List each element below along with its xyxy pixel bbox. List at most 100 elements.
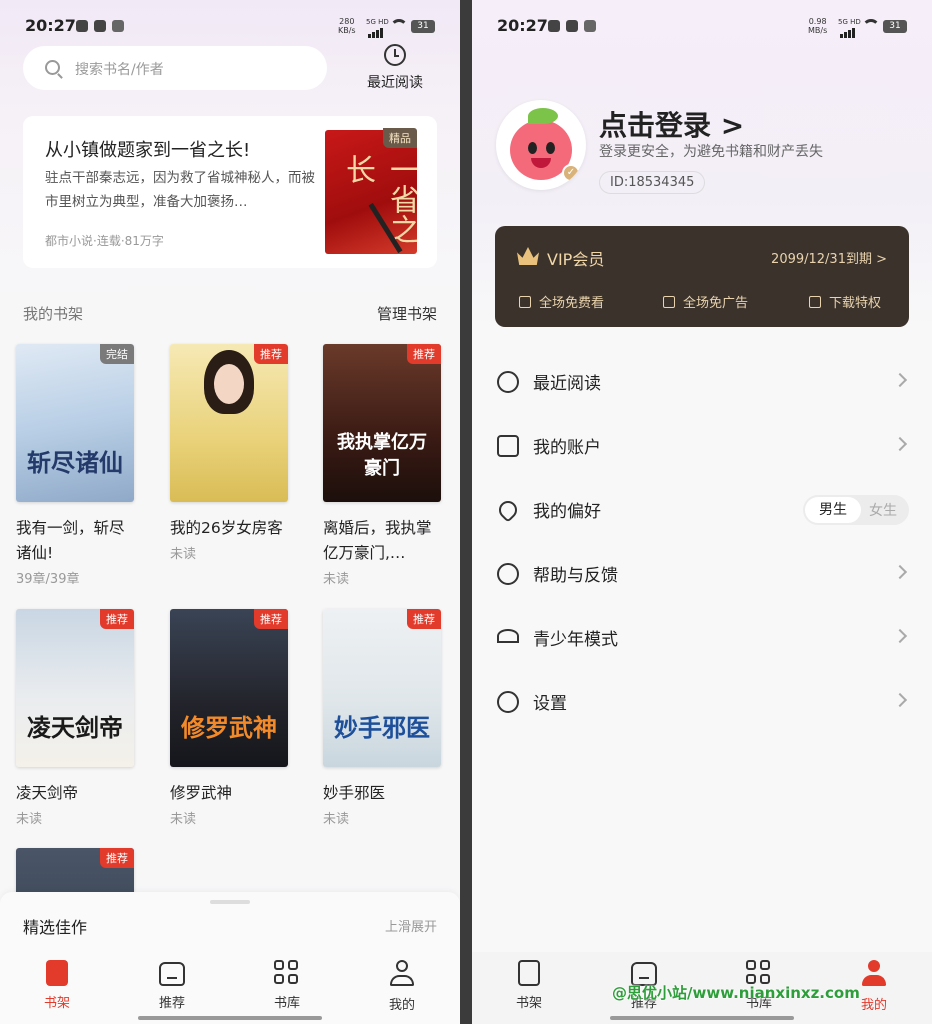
menu-preference: 我的偏好 男生 女生 [495,491,909,531]
book-item[interactable]: 凌天剑帝 推荐 凌天剑帝 未读 [16,609,134,827]
gender-preference-toggle[interactable]: 男生 女生 [803,495,909,525]
tab-recommend[interactable]: 推荐 [142,960,202,1011]
book-item[interactable]: 推荐 我的26岁女房客 未读 [170,344,288,562]
recommend-badge: 推荐 [100,848,134,868]
download-icon [809,296,821,308]
book-title: 凌天剑帝 [16,784,79,802]
book-title: 妙手邪医 [323,784,386,802]
status-time: 20:27 [25,16,76,35]
signal-label: 5G HD [366,18,389,26]
book-item[interactable]: 修罗武神 推荐 修罗武神 未读 [170,609,288,827]
bottom-tab-bar: 书架 推荐 书库 我的 [0,952,460,1024]
chevron-right-icon [892,692,908,708]
recommend-badge: 推荐 [407,609,441,629]
tab-bookshelf[interactable]: 书架 [499,960,559,1011]
login-button[interactable]: 点击登录 > [599,104,744,144]
book-item[interactable]: 斩尽诸仙 完结 我有一剑，斩尽诸仙! 39章/39章 [16,344,134,587]
home-indicator[interactable] [610,1016,794,1020]
avatar[interactable]: ✓ [496,100,586,190]
menu-settings[interactable]: 设置 [495,683,909,723]
signal-icon [840,26,856,38]
home-indicator[interactable] [138,1016,322,1020]
search-icon [45,60,60,75]
user-icon [861,960,887,988]
recommend-badge: 推荐 [254,609,288,629]
notification-icon [76,20,88,32]
user-icon [389,960,415,988]
app-notification-icon [94,20,106,32]
app-notification-icon [566,20,578,32]
book-cover: 妙手邪医 推荐 [323,609,441,767]
chevron-right-icon [892,372,908,388]
user-id: ID:18534345 [599,171,706,194]
network-speed: 280 KB/s [338,17,356,35]
network-speed: 0.98 MB/s [808,17,828,35]
menu-my-account[interactable]: 我的账户 [495,427,909,467]
help-icon [497,563,519,585]
book-progress: 未读 [170,547,197,562]
ad-icon [663,296,675,308]
drawer-hint: 上滑展开 [384,920,437,935]
login-subtitle: 登录更安全，为避免书籍和财产丢失 [599,144,823,160]
book-progress: 未读 [323,572,350,587]
account-icon [497,435,519,457]
manage-shelf-button[interactable]: 管理书架 [377,303,437,324]
menu-teen-mode[interactable]: 青少年模式 [495,619,909,659]
profile-screen: 20:27 0.98 MB/s 5G HD 31 ✓ 点击登录 > 登录更安全，为… [472,0,932,1024]
crown-icon [517,247,539,265]
search-input[interactable]: 搜索书名/作者 [23,46,327,90]
book-progress: 未读 [16,812,43,827]
settings-icon [497,691,519,713]
vip-expiry[interactable]: 2099/12/31到期 > [771,248,887,267]
menu-help-feedback[interactable]: 帮助与反馈 [495,555,909,595]
app-notification-icon [112,20,124,32]
status-badge: 完结 [100,344,134,364]
book-icon [519,296,531,308]
female-option[interactable]: 女生 [869,500,897,520]
book-title: 我有一剑，斩尽诸仙! [16,519,125,562]
premium-badge: 精品 [383,128,417,148]
recent-reading-label: 最近阅读 [367,75,423,91]
book-title: 我的26岁女房客 [170,519,283,537]
bookshelf-icon [46,960,68,986]
drawer-handle[interactable] [210,900,250,904]
menu-recent-reading[interactable]: 最近阅读 [495,363,909,403]
wifi-icon [862,19,880,33]
battery-icon: 31 [883,20,907,33]
book-item[interactable]: 我执掌亿万豪门 推荐 离婚后，我执掌亿万豪门,… 未读 [323,344,441,587]
featured-description: 驻点干部秦志远，因为救了省城神秘人，而被市里树立为典型，准备大加褒扬… [45,170,315,210]
recommend-badge: 推荐 [407,344,441,364]
drawer-title: 精选佳作 [23,918,88,937]
shelf-title: 我的书架 [23,305,84,323]
leaf-icon [528,108,558,124]
book-progress: 未读 [170,812,197,827]
recommend-badge: 推荐 [100,609,134,629]
featured-cover-title: 一省之长 [340,154,417,244]
book-cover: 凌天剑帝 推荐 [16,609,134,767]
clock-icon [497,371,519,393]
book-progress: 未读 [323,812,350,827]
book-item[interactable]: 妙手邪医 推荐 妙手邪医 未读 [323,609,441,827]
book-cover: 我执掌亿万豪门 推荐 [323,344,441,502]
signal-label: 5G HD [838,18,861,26]
watermark: @思优小站/www.nianxinxz.com [612,984,860,1002]
tab-mine[interactable]: 我的 [372,960,432,1013]
tab-bookshelf[interactable]: 书架 [27,960,87,1011]
verified-icon: ✓ [562,164,580,182]
vip-card[interactable]: VIP会员 2099/12/31到期 > 全场免费看 全场免广告 下载特权 [495,226,909,327]
status-time: 20:27 [497,16,548,35]
book-cover: 推荐 [170,344,288,502]
perk-free-reading: 全场免费看 [519,292,604,311]
recent-reading-button[interactable]: 最近阅读 [360,44,430,92]
male-option[interactable]: 男生 [805,497,861,523]
clock-icon [384,44,406,66]
book-progress: 39章/39章 [16,572,80,587]
grid-icon [274,960,300,986]
featured-book-card[interactable]: 从小镇做题家到一省之长! 驻点干部秦志远，因为救了省城神秘人，而被市里树立为典型… [23,116,437,268]
perk-no-ads: 全场免广告 [663,292,748,311]
umbrella-icon [497,629,519,643]
featured-meta: 都市小说·连载·81万字 [45,234,164,248]
tab-library[interactable]: 书库 [257,960,317,1011]
app-notification-icon [584,20,596,32]
bookshelf-icon [518,960,540,986]
